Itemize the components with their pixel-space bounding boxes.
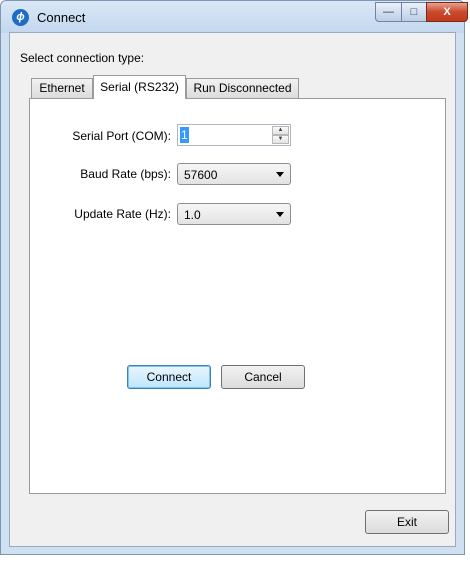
spin-down-icon[interactable]: ▼ [272, 135, 289, 144]
maximize-button[interactable]: □ [401, 2, 427, 22]
baud-rate-label: Baud Rate (bps): [80, 167, 171, 181]
baud-rate-value: 57600 [184, 168, 218, 182]
connection-type-prompt: Select connection type: [20, 51, 145, 65]
connect-window: ϕ Connect — □ X Select connection type: … [0, 0, 468, 555]
baud-rate-select[interactable]: 57600 [177, 163, 291, 185]
serial-port-label: Serial Port (COM): [72, 129, 171, 143]
update-rate-label: Update Rate (Hz): [74, 207, 171, 221]
update-rate-value: 1.0 [184, 208, 201, 222]
connect-button[interactable]: Connect [127, 365, 211, 389]
chevron-down-icon [276, 172, 284, 177]
serial-port-spinner[interactable]: 1 ▲ ▼ [177, 124, 291, 146]
serial-port-value[interactable]: 1 [180, 127, 189, 143]
tab-serial-rs232[interactable]: Serial (RS232) [93, 75, 186, 99]
update-rate-select[interactable]: 1.0 [177, 203, 291, 225]
app-logo-icon: ϕ [12, 9, 29, 26]
tab-ethernet[interactable]: Ethernet [31, 78, 93, 98]
serial-tab-panel [29, 98, 446, 494]
window-title: Connect [37, 10, 86, 25]
chevron-down-icon [276, 212, 284, 217]
exit-button[interactable]: Exit [365, 510, 449, 534]
close-button[interactable]: X [426, 2, 468, 22]
spin-up-icon[interactable]: ▲ [272, 126, 289, 135]
tab-run-disconnected[interactable]: Run Disconnected [186, 78, 299, 98]
minimize-button[interactable]: — [375, 2, 402, 22]
title-bar[interactable]: ϕ Connect — □ X [1, 1, 468, 33]
cancel-button[interactable]: Cancel [221, 365, 305, 389]
